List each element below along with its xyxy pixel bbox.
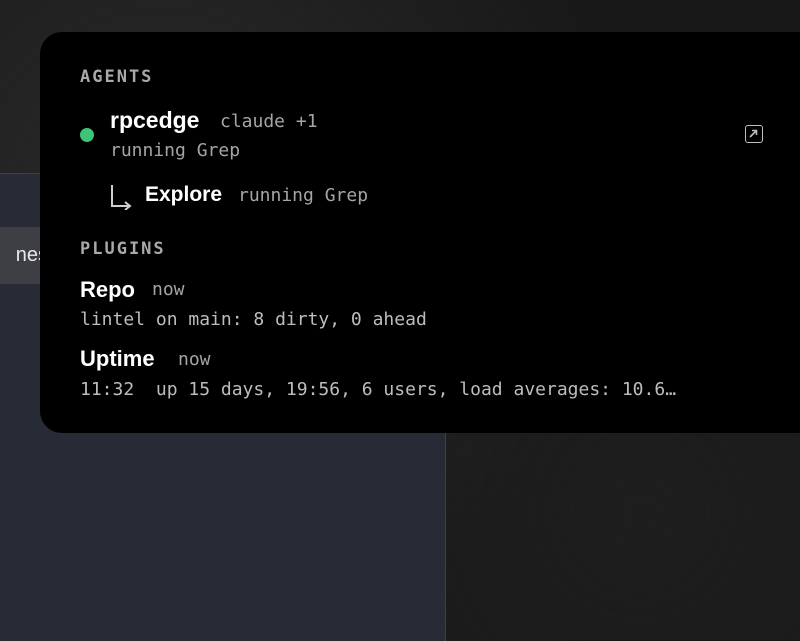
status-dot-icon (80, 128, 94, 142)
plugin-name: Uptime (80, 346, 155, 371)
plugin-time: now (178, 349, 211, 370)
subagent-status: running Grep (238, 185, 369, 206)
agent-status: running Grep (110, 140, 241, 161)
open-external-icon[interactable] (745, 125, 763, 143)
subagent-arrow-icon (111, 185, 132, 210)
plugins-heading: PLUGINS (80, 239, 166, 259)
agent-name: rpcedge (110, 107, 200, 133)
plugin-detail: lintel on main: 8 dirty, 0 ahead (80, 309, 427, 330)
plugin-name: Repo (80, 277, 135, 302)
plugin-time: now (152, 279, 185, 300)
agents-panel: AGENTS rpcedge claude +1 running Grep Ex… (40, 32, 800, 433)
plugin-detail: 11:32 up 15 days, 19:56, 6 users, load a… (80, 379, 677, 400)
agents-heading: AGENTS (80, 67, 154, 87)
agent-meta: claude +1 (220, 111, 318, 132)
subagent-name: Explore (145, 183, 223, 206)
